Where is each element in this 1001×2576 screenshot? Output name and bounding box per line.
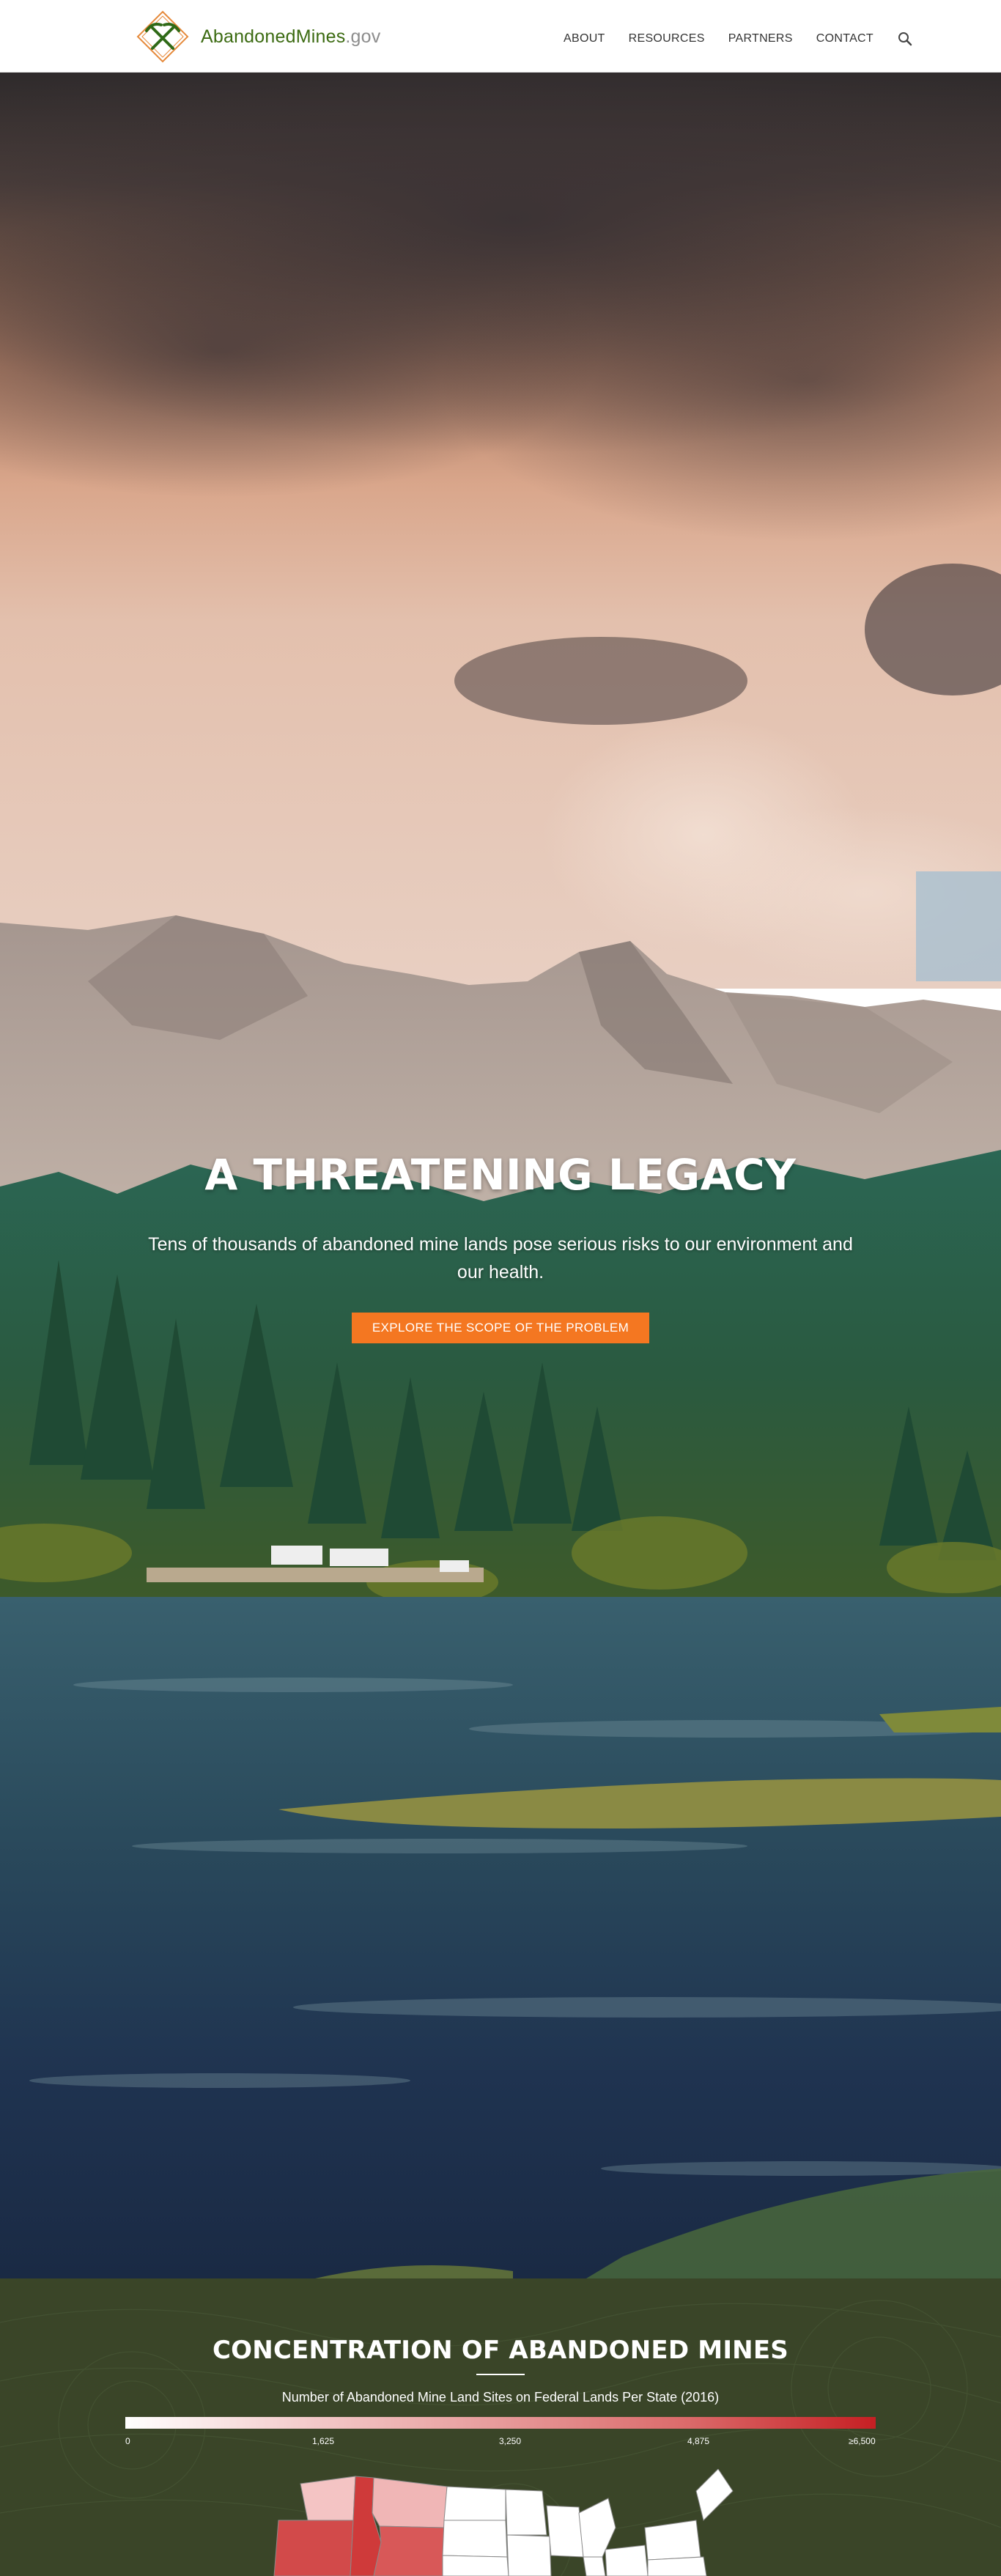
legend-tick-2: 3,250: [499, 2436, 522, 2446]
explore-scope-button[interactable]: EXPLORE THE SCOPE OF THE PROBLEM: [352, 1313, 649, 1343]
nav-partners[interactable]: PARTNERS: [728, 32, 793, 45]
state-south-dakota[interactable]: [442, 2520, 508, 2558]
main-nav: ABOUT RESOURCES PARTNERS CONTACT: [564, 31, 913, 47]
state-maine[interactable]: [695, 2469, 734, 2521]
site-logo[interactable]: AbandonedMines.gov: [136, 10, 380, 63]
state-iowa[interactable]: [506, 2534, 552, 2576]
state-wyoming[interactable]: [373, 2525, 445, 2576]
hero-section: A THREATENING LEGACY Tens of thousands o…: [0, 73, 1001, 2278]
search-icon[interactable]: [897, 31, 913, 47]
state-ohio[interactable]: [605, 2544, 649, 2576]
state-nebraska[interactable]: [442, 2555, 509, 2576]
state-north-dakota[interactable]: [443, 2486, 506, 2521]
hero-subtitle: Tens of thousands of abandoned mine land…: [148, 1234, 853, 1283]
state-minnesota[interactable]: [505, 2489, 547, 2536]
logo-wordmark: AbandonedMines.gov: [201, 26, 380, 48]
pickaxe-logo-icon: [136, 10, 189, 63]
state-wisconsin[interactable]: [546, 2505, 584, 2558]
legend-tick-1: 1,625: [312, 2436, 335, 2446]
legend-tick-4: ≥6,500: [849, 2436, 876, 2446]
us-choropleth-map: [273, 2469, 734, 2576]
logo-name: AbandonedMines: [201, 26, 346, 47]
state-washington[interactable]: [300, 2476, 356, 2521]
map-subtitle: Number of Abandoned Mine Land Sites on F…: [281, 2390, 720, 2405]
state-illinois[interactable]: [583, 2556, 606, 2576]
nav-resources[interactable]: RESOURCES: [629, 32, 705, 45]
section-title: CONCENTRATION OF ABANDONED MINES: [213, 2336, 788, 2365]
legend-color-scale: [125, 2417, 876, 2429]
nav-contact[interactable]: CONTACT: [816, 32, 873, 45]
nav-about[interactable]: ABOUT: [564, 32, 605, 45]
hero-title: A THREATENING LEGACY: [204, 1150, 797, 1200]
logo-tld: .gov: [345, 26, 381, 47]
concentration-section: CONCENTRATION OF ABANDONED MINES Number …: [0, 2278, 1001, 2576]
state-oregon[interactable]: [273, 2520, 354, 2576]
state-michigan[interactable]: [578, 2498, 616, 2558]
site-header: AbandonedMines.gov ABOUT RESOURCES PARTN…: [0, 0, 1001, 73]
state-new-york[interactable]: [644, 2520, 701, 2561]
legend-tick-0: 0: [125, 2436, 130, 2446]
title-divider: [476, 2374, 525, 2375]
state-montana[interactable]: [372, 2477, 448, 2528]
state-pennsylvania[interactable]: [647, 2556, 707, 2576]
legend-tick-3: 4,875: [687, 2436, 710, 2446]
